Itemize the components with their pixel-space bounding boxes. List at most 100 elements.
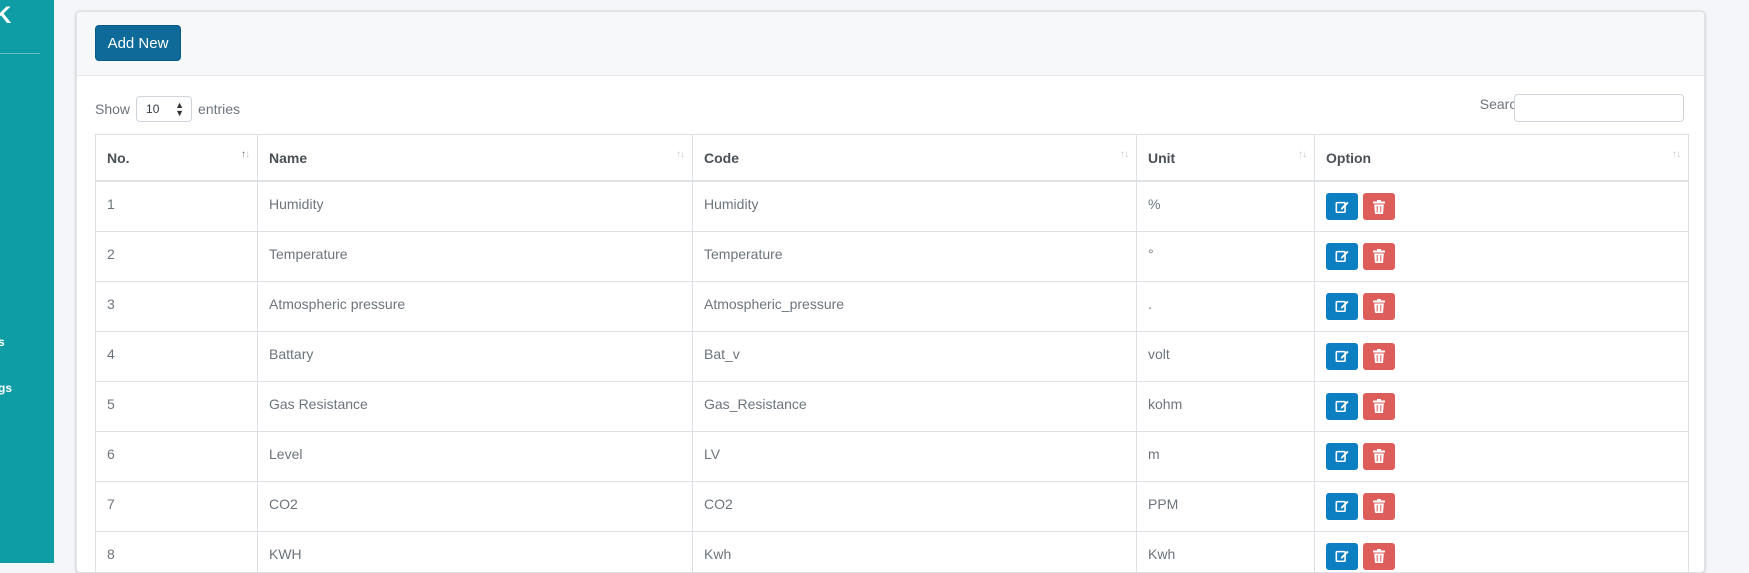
cell-code: Humidity — [692, 180, 1137, 232]
sort-arrows-icon: ↑↓ — [1298, 149, 1307, 160]
sort-arrows-icon: ↑↓ — [1672, 149, 1681, 160]
delete-button[interactable] — [1363, 242, 1395, 270]
cell-name: Gas Resistance — [257, 380, 693, 432]
edit-button[interactable] — [1326, 442, 1358, 470]
cell-unit: Kwh — [1136, 530, 1315, 572]
pencil-square-icon — [1335, 250, 1349, 263]
cell-option — [1314, 280, 1689, 332]
column-header-unit[interactable]: Unit ↑↓ — [1136, 134, 1315, 182]
sort-arrows-icon: ↑↓ — [676, 149, 685, 160]
edit-button[interactable] — [1326, 193, 1358, 220]
delete-button[interactable] — [1363, 542, 1395, 570]
search-wrap — [1514, 94, 1684, 122]
cell-option — [1314, 430, 1689, 482]
search-input[interactable] — [1514, 94, 1684, 122]
column-header-name[interactable]: Name ↑↓ — [257, 134, 693, 182]
table-row: 2 Temperature Temperature ° — [95, 230, 1689, 282]
cell-no: 7 — [95, 480, 258, 532]
table-header-row: No. ↑↓ Name ↑↓ Code ↑↓ Unit ↑↓ Option ↑↓ — [95, 134, 1689, 182]
delete-button[interactable] — [1363, 193, 1395, 220]
cell-name: KWH — [257, 530, 693, 572]
cell-unit: . — [1136, 280, 1315, 332]
edit-button[interactable] — [1326, 292, 1358, 320]
cell-unit: kohm — [1136, 380, 1315, 432]
show-label: Show — [95, 101, 131, 117]
pencil-square-icon — [1335, 300, 1349, 313]
data-card: Add New Show 10 ▲ ▼ entries Search: No. ↑↓… — [76, 11, 1705, 573]
cell-code: Atmospheric_pressure — [692, 280, 1137, 332]
cell-unit: ° — [1136, 230, 1315, 282]
sidebar: K s gs — [0, 0, 54, 563]
trash-icon — [1373, 549, 1385, 563]
cell-name: Battary — [257, 330, 693, 382]
cell-code: Temperature — [692, 230, 1137, 282]
delete-button[interactable] — [1363, 392, 1395, 420]
units-table: No. ↑↓ Name ↑↓ Code ↑↓ Unit ↑↓ Option ↑↓ 1 Hu… — [95, 134, 1689, 572]
cell-no: 2 — [95, 230, 258, 282]
cell-unit: % — [1136, 180, 1315, 232]
entries-select-value: 10 — [146, 102, 160, 116]
trash-icon — [1373, 199, 1385, 214]
column-header-code[interactable]: Code ↑↓ — [692, 134, 1137, 182]
column-header-no[interactable]: No. ↑↓ — [95, 134, 258, 182]
trash-icon — [1373, 499, 1385, 513]
cell-no: 3 — [95, 280, 258, 332]
cell-no: 8 — [95, 530, 258, 572]
delete-button[interactable] — [1363, 342, 1395, 370]
cell-code: Gas_Resistance — [692, 380, 1137, 432]
cell-no: 5 — [95, 380, 258, 432]
edit-button[interactable] — [1326, 242, 1358, 270]
edit-button[interactable] — [1326, 492, 1358, 520]
edit-button[interactable] — [1326, 342, 1358, 370]
table-row: 8 KWH Kwh Kwh — [95, 530, 1689, 572]
column-header-option[interactable]: Option ↑↓ — [1314, 134, 1689, 182]
table-row: 7 CO2 CO2 PPM — [95, 480, 1689, 532]
delete-button[interactable] — [1363, 292, 1395, 320]
pencil-square-icon — [1335, 550, 1349, 563]
entries-label: entries — [198, 101, 241, 117]
length-menu: Show 10 ▲ ▼ entries — [95, 96, 240, 122]
cell-option — [1314, 530, 1689, 572]
cell-code: CO2 — [692, 480, 1137, 532]
table-row: 4 Battary Bat_v volt — [95, 330, 1689, 382]
delete-button[interactable] — [1363, 492, 1395, 520]
cell-name: CO2 — [257, 480, 693, 532]
edit-button[interactable] — [1326, 542, 1358, 570]
cell-code: Bat_v — [692, 330, 1137, 382]
cell-name: Atmospheric pressure — [257, 280, 693, 332]
table-row: 3 Atmospheric pressure Atmospheric_press… — [95, 280, 1689, 332]
pencil-square-icon — [1335, 500, 1349, 513]
table-row: 5 Gas Resistance Gas_Resistance kohm — [95, 380, 1689, 432]
card-header: Add New — [77, 12, 1704, 76]
cell-name: Level — [257, 430, 693, 482]
entries-select[interactable]: 10 ▲ ▼ — [136, 96, 193, 122]
select-arrows-icon: ▲ ▼ — [175, 100, 185, 118]
cell-code: Kwh — [692, 530, 1137, 572]
cell-no: 1 — [95, 180, 258, 232]
pencil-square-icon — [1335, 350, 1349, 363]
trash-icon — [1373, 449, 1385, 463]
cell-option — [1314, 330, 1689, 382]
cell-option — [1314, 480, 1689, 532]
sidebar-item-fragment[interactable]: s — [0, 335, 5, 349]
trash-icon — [1373, 349, 1385, 363]
pencil-square-icon — [1335, 201, 1349, 213]
pencil-square-icon — [1335, 400, 1349, 413]
trash-icon — [1373, 399, 1385, 413]
delete-button[interactable] — [1363, 442, 1395, 470]
sidebar-brand[interactable]: K — [0, 2, 11, 30]
trash-icon — [1373, 299, 1385, 313]
cell-name: Temperature — [257, 230, 693, 282]
cell-unit: volt — [1136, 330, 1315, 382]
cell-option — [1314, 180, 1689, 232]
add-new-button[interactable]: Add New — [95, 25, 181, 61]
cell-unit: m — [1136, 430, 1315, 482]
sort-arrows-icon: ↑↓ — [1120, 149, 1129, 160]
sidebar-item-fragment[interactable]: gs — [0, 381, 12, 395]
cell-no: 4 — [95, 330, 258, 382]
sidebar-divider — [0, 53, 40, 54]
pencil-square-icon — [1335, 450, 1349, 463]
trash-icon — [1373, 249, 1385, 263]
sort-arrows-icon: ↑↓ — [241, 149, 250, 160]
edit-button[interactable] — [1326, 392, 1358, 420]
